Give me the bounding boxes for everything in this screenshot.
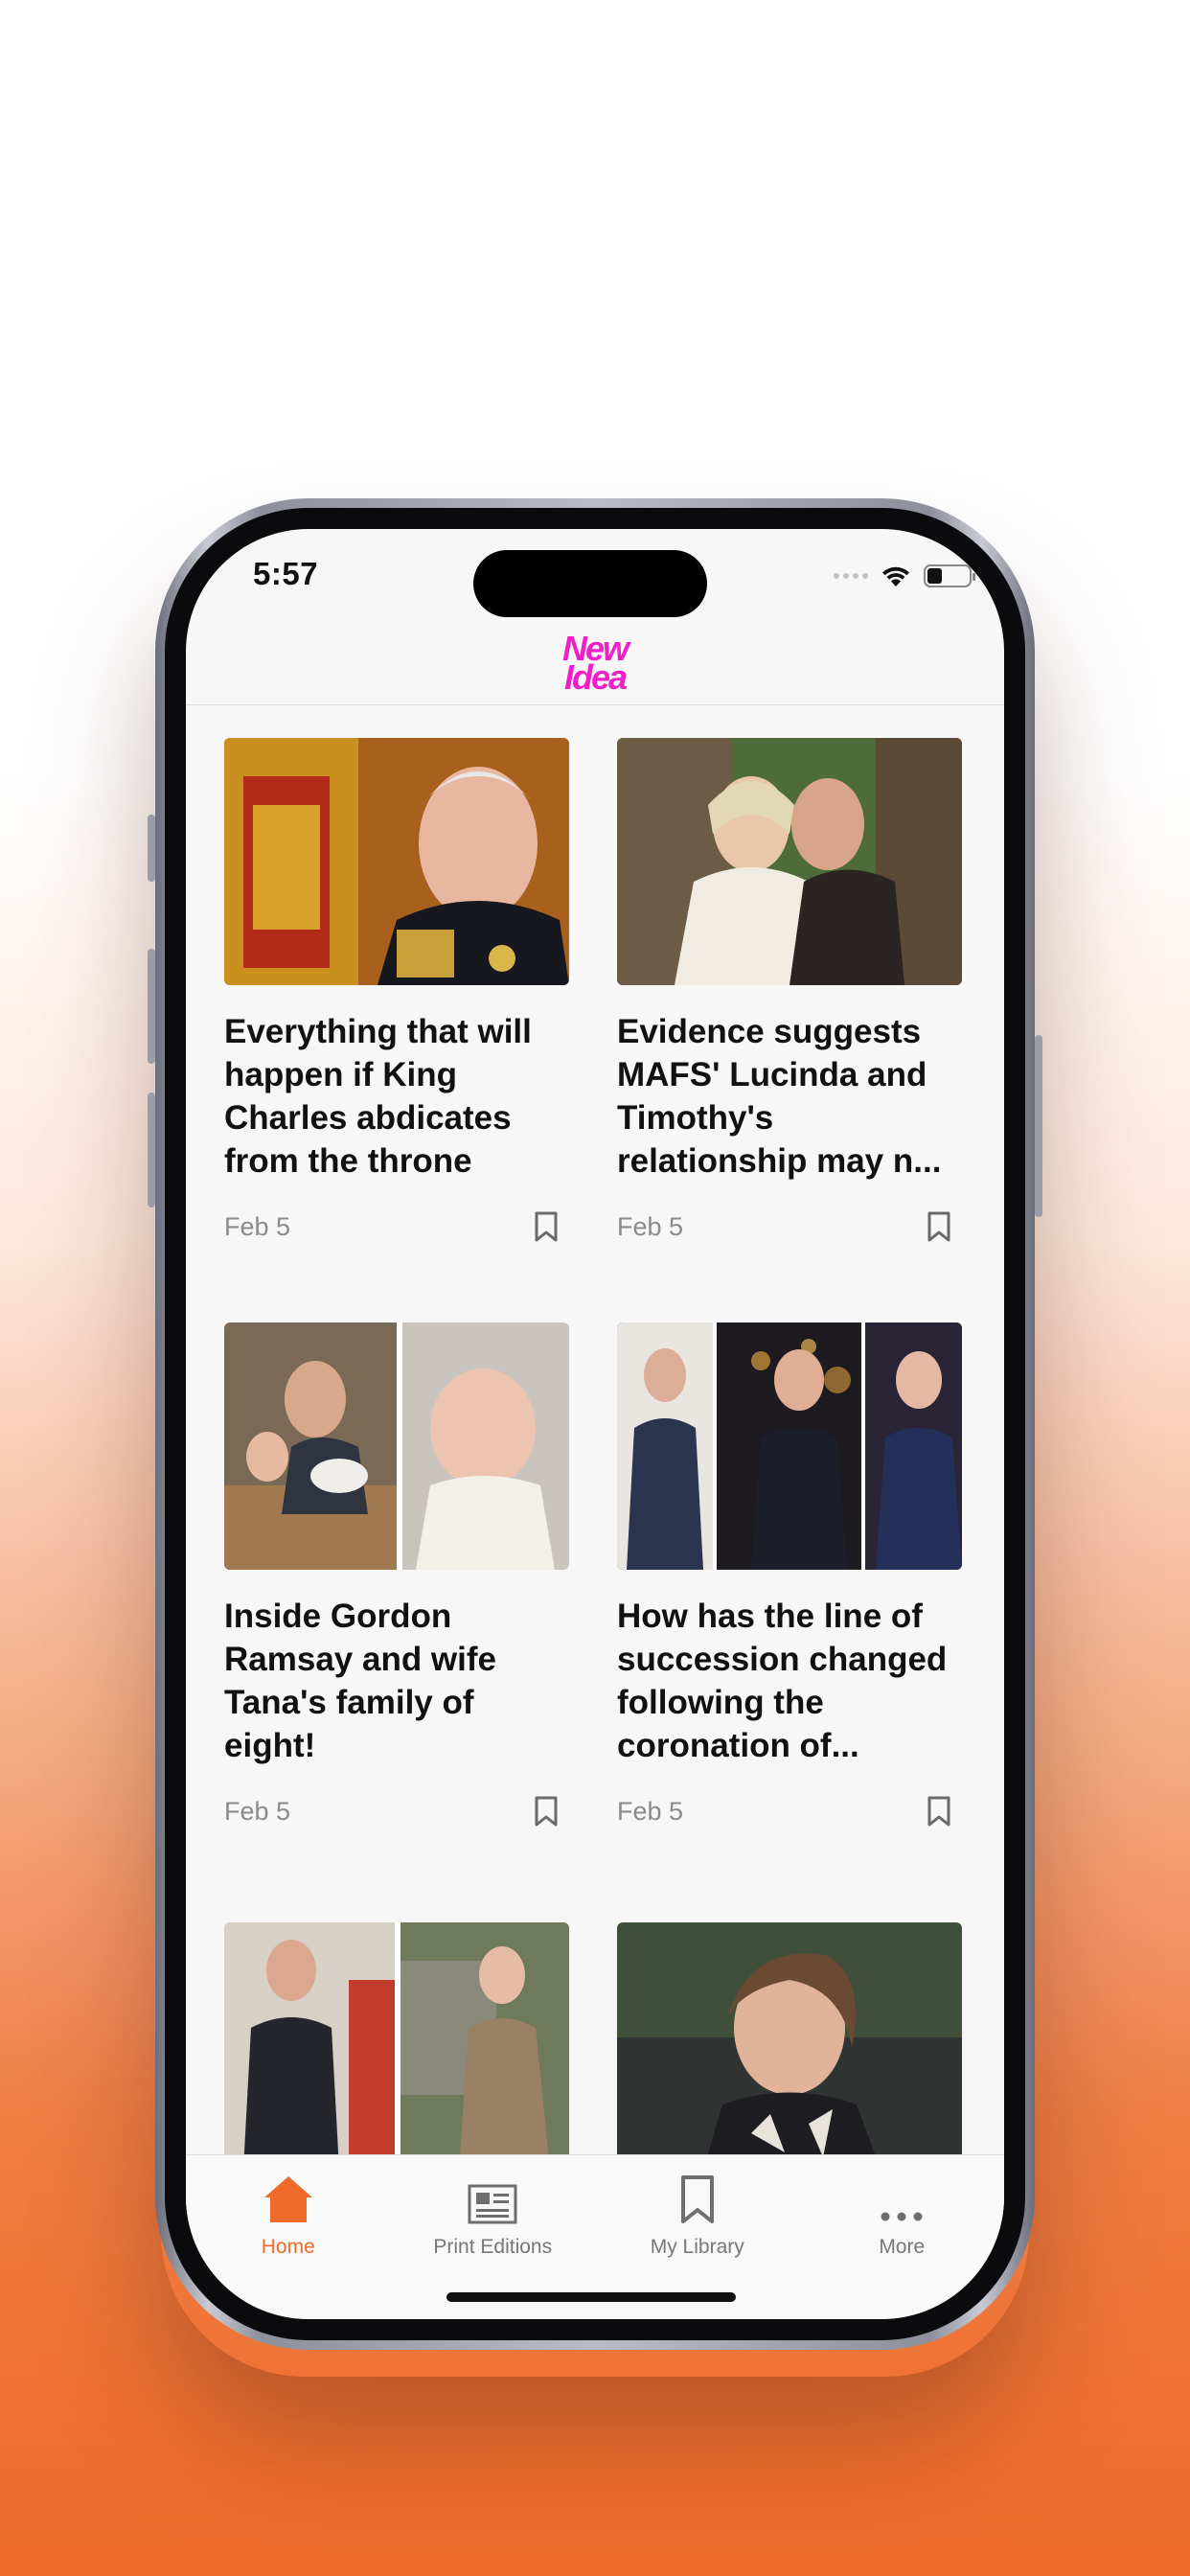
phone-bezel: 5:57 New Idea Everything that will happe… [165, 508, 1025, 2340]
tab-label: Print Editions [433, 2236, 553, 2258]
newspaper-icon [468, 2184, 517, 2224]
status-bar: 5:57 [186, 529, 1004, 634]
article-image-woman-portrait[interactable] [617, 1922, 962, 2170]
tab-label: Home [261, 2236, 315, 2258]
bookmark-icon[interactable] [535, 1211, 558, 1242]
bookmark-icon[interactable] [535, 1796, 558, 1827]
home-icon [263, 2176, 312, 2222]
dynamic-island [473, 550, 707, 617]
article-date: Feb 5 [224, 1211, 291, 1241]
article-date: Feb 5 [224, 1796, 291, 1826]
tab-label: My Library [650, 2236, 744, 2258]
article-card[interactable] [224, 1922, 569, 2170]
tab-more[interactable]: More [800, 2155, 1005, 2319]
article-card[interactable] [617, 1922, 962, 2170]
article-card[interactable]: Everything that will happen if King Char… [224, 738, 569, 1244]
app-screen: 5:57 New Idea Everything that will happe… [186, 529, 1004, 2319]
article-meta: Feb 5 [224, 1209, 569, 1244]
bookmark-icon [680, 2175, 714, 2223]
bookmark-icon[interactable] [927, 1211, 950, 1242]
logo-line-2: Idea [563, 657, 628, 697]
new-idea-logo[interactable]: New Idea [562, 632, 629, 697]
app-header: New Idea [186, 632, 1004, 705]
article-title[interactable]: Inside Gordon Ramsay and wife Tana's fam… [224, 1595, 569, 1767]
article-date: Feb 5 [617, 1211, 684, 1241]
action-button [148, 815, 155, 882]
article-date: Feb 5 [617, 1796, 684, 1826]
volume-up-button [148, 949, 155, 1064]
article-image-harry-charles[interactable] [224, 1922, 569, 2170]
article-image-ramsay-family[interactable] [224, 1322, 569, 1570]
row-spacer [224, 1244, 962, 1322]
wifi-icon [882, 566, 909, 586]
status-icons [834, 564, 975, 588]
home-indicator[interactable] [446, 2292, 736, 2302]
volume-down-button [148, 1092, 155, 1208]
article-card[interactable]: Evidence suggests MAFS' Lucinda and Timo… [617, 738, 962, 1244]
article-meta: Feb 5 [224, 1794, 569, 1828]
status-time: 5:57 [253, 556, 319, 591]
article-title[interactable]: Evidence suggests MAFS' Lucinda and Timo… [617, 1010, 962, 1183]
article-title[interactable]: Everything that will happen if King Char… [224, 1010, 569, 1183]
row-spacer [224, 1828, 962, 1922]
article-title[interactable]: How has the line of succession changed f… [617, 1595, 962, 1767]
tab-label: More [879, 2236, 926, 2258]
article-card[interactable]: How has the line of succession changed f… [617, 1322, 962, 1828]
article-image-couple[interactable] [617, 738, 962, 985]
article-image-king-charles[interactable] [224, 738, 569, 985]
article-card[interactable]: Inside Gordon Ramsay and wife Tana's fam… [224, 1322, 569, 1828]
side-button [1035, 1035, 1042, 1217]
article-image-royals[interactable] [617, 1322, 962, 1570]
bookmark-icon[interactable] [927, 1796, 950, 1827]
phone-frame: 5:57 New Idea Everything that will happe… [148, 498, 1042, 2350]
cellular-signal-icon [834, 573, 868, 579]
battery-icon [924, 564, 975, 587]
more-dots-icon [881, 2212, 923, 2221]
article-feed: Everything that will happen if King Char… [224, 738, 962, 2170]
tab-home[interactable]: Home [186, 2155, 391, 2319]
article-meta: Feb 5 [617, 1794, 962, 1828]
article-meta: Feb 5 [617, 1209, 962, 1244]
